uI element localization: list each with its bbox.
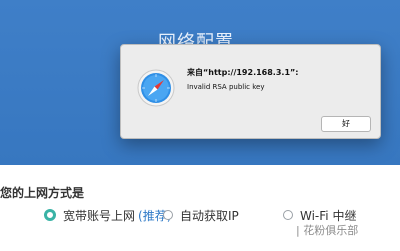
safari-compass-icon xyxy=(137,69,175,107)
radio-dhcp[interactable] xyxy=(163,210,173,220)
dialog-message: Invalid RSA public key xyxy=(187,83,265,91)
radio-wifi-relay[interactable] xyxy=(283,210,293,220)
dialog-title: 来自“http://192.168.3.1”: xyxy=(187,68,299,77)
option-dhcp-label: 自动获取IP xyxy=(180,208,239,223)
radio-broadband[interactable] xyxy=(44,209,56,221)
ok-button[interactable]: 好 xyxy=(321,116,371,132)
option-wifi-relay-label: Wi-Fi 中继 xyxy=(300,208,357,223)
router-setup-page: 网络配置 您的上网方式是 宽带账号上网 (推荐) 自动获取IP Wi-Fi 中继… xyxy=(0,0,400,251)
wan-question-label: 您的上网方式是 xyxy=(0,186,85,200)
option-broadband[interactable]: 宽带账号上网 (推荐) xyxy=(44,206,171,224)
alert-dialog: 来自“http://192.168.3.1”: Invalid RSA publ… xyxy=(120,44,381,139)
option-dhcp[interactable]: 自动获取IP xyxy=(163,206,239,224)
option-broadband-label: 宽带账号上网 xyxy=(63,208,136,223)
watermark-text: | 花粉俱乐部 xyxy=(296,224,359,237)
